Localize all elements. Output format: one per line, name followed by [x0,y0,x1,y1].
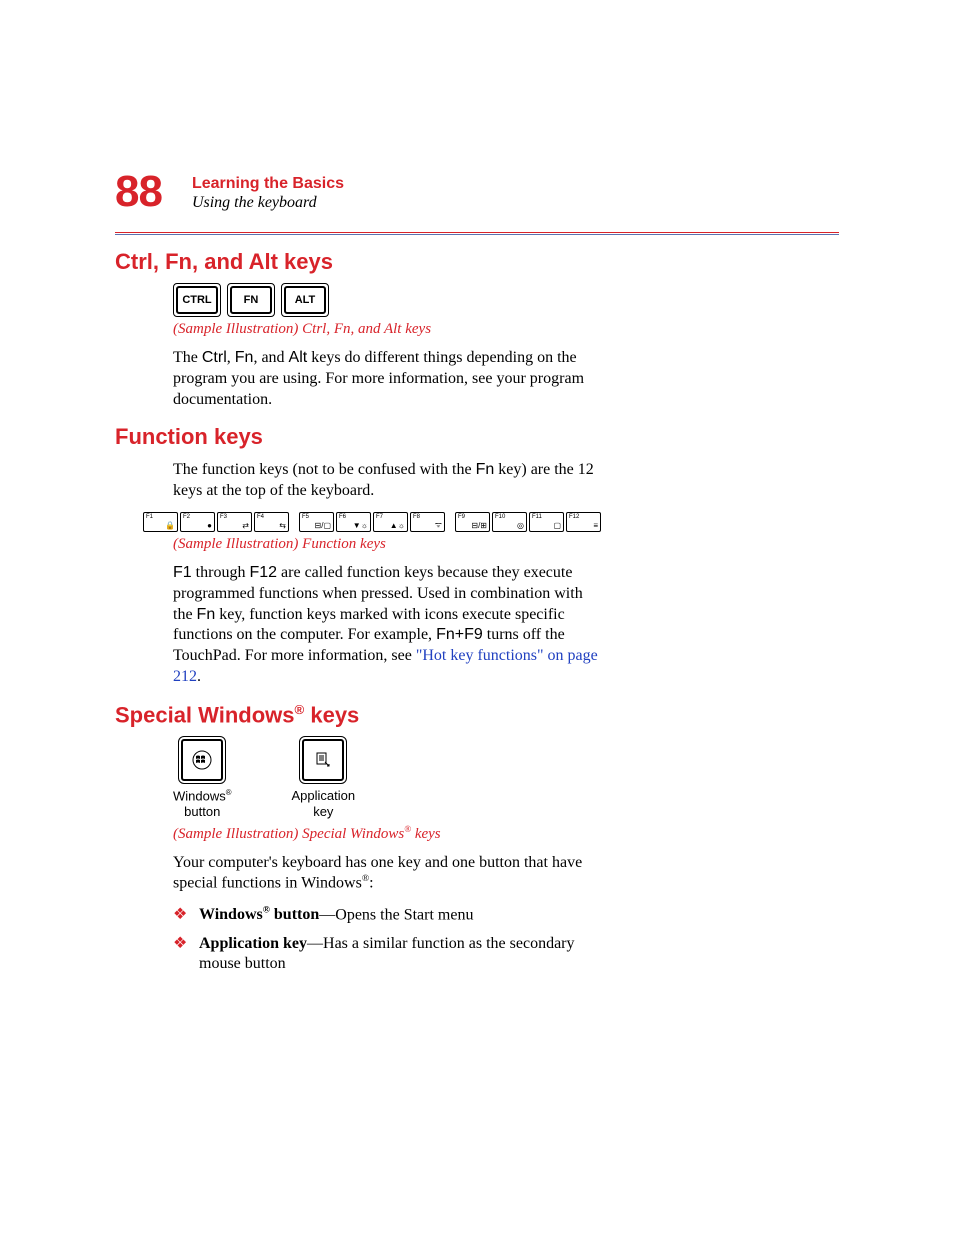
illustration-ctrl-fn-alt-keys: CTRL FN ALT [173,283,839,317]
sleep-icon: ⇄ [242,521,249,530]
key-f9: F9⊟/⊞ [455,512,490,532]
key-f10: F10◎ [492,512,527,532]
caption-function-keys: (Sample Illustration) Function keys [173,536,839,553]
brightness-up-icon: ▲☼ [390,521,405,530]
caption-ctrl-fn-alt: (Sample Illustration) Ctrl, Fn, and Alt … [173,321,839,338]
heading-function-keys: Function keys [115,424,839,450]
caption-special-windows: (Sample Illustration) Special Windows® k… [173,824,839,843]
header-rule-red [115,232,839,233]
cursor-icon: ◎ [517,521,524,530]
bullet-application-key: Application key—Has a similar function a… [173,934,603,976]
brightness-down-icon: ▼☼ [353,521,368,530]
paragraph-ctrl-fn-alt: The Ctrl, Fn, and Alt keys do different … [173,348,603,410]
hibernate-icon: ⇆ [279,521,286,530]
key-f5: F5⊟/▢ [299,512,334,532]
key-f2: F2● [180,512,215,532]
application-menu-icon [315,752,331,768]
wireless-icon: ᯤ [435,519,442,530]
power-icon: ● [207,521,212,530]
paragraph-function-intro: The function keys (not to be confused wi… [173,460,603,502]
page-header: 88 Learning the Basics Using the keyboar… [115,170,839,214]
key-f7: F7▲☼ [373,512,408,532]
key-fn: FN [227,283,275,317]
bullet-windows-button: Windows® button—Opens the Start menu [173,905,603,926]
illustration-special-windows-keys: Windows®button Ap [173,736,839,820]
illustration-function-keys: F1🔒 F2● F3⇄ F4⇆ F5⊟/▢ F6▼☼ F7▲☼ F8ᯤ F9⊟/… [143,512,839,532]
section-title: Using the keyboard [192,193,344,213]
windows-logo-icon [192,750,212,770]
heading-special-windows-keys: Special Windows® keys [115,702,839,728]
key-ctrl: CTRL [173,283,221,317]
key-alt: ALT [281,283,329,317]
heading-ctrl-fn-alt: Ctrl, Fn, and Alt keys [115,249,839,275]
key-f4: F4⇆ [254,512,289,532]
paragraph-function-body: F1 through F12 are called function keys … [173,563,603,688]
key-f6: F6▼☼ [336,512,371,532]
label-application-key: Applicationkey [292,788,356,819]
key-windows-button [178,736,226,784]
touchpad-icon: ⊟/⊞ [471,521,487,530]
page-number: 88 [115,170,162,214]
key-f12: F12≡ [566,512,601,532]
scroll-icon: ≡ [593,521,598,530]
label-windows-button: Windows®button [173,788,232,820]
key-f8: F8ᯤ [410,512,445,532]
key-application [299,736,347,784]
lock-icon: 🔒 [165,521,175,530]
key-f3: F3⇄ [217,512,252,532]
display-icon: ⊟/▢ [315,521,331,530]
key-f11: F11▢ [529,512,564,532]
paragraph-special-windows-intro: Your computer's keyboard has one key and… [173,853,603,895]
page-content: 88 Learning the Basics Using the keyboar… [0,0,954,1063]
bullet-list-special-keys: Windows® button—Opens the Start menu App… [173,905,603,976]
key-f1: F1🔒 [143,512,178,532]
numlock-icon: ▢ [553,521,561,530]
chapter-title: Learning the Basics [192,174,344,193]
header-rule-blue [115,234,839,235]
